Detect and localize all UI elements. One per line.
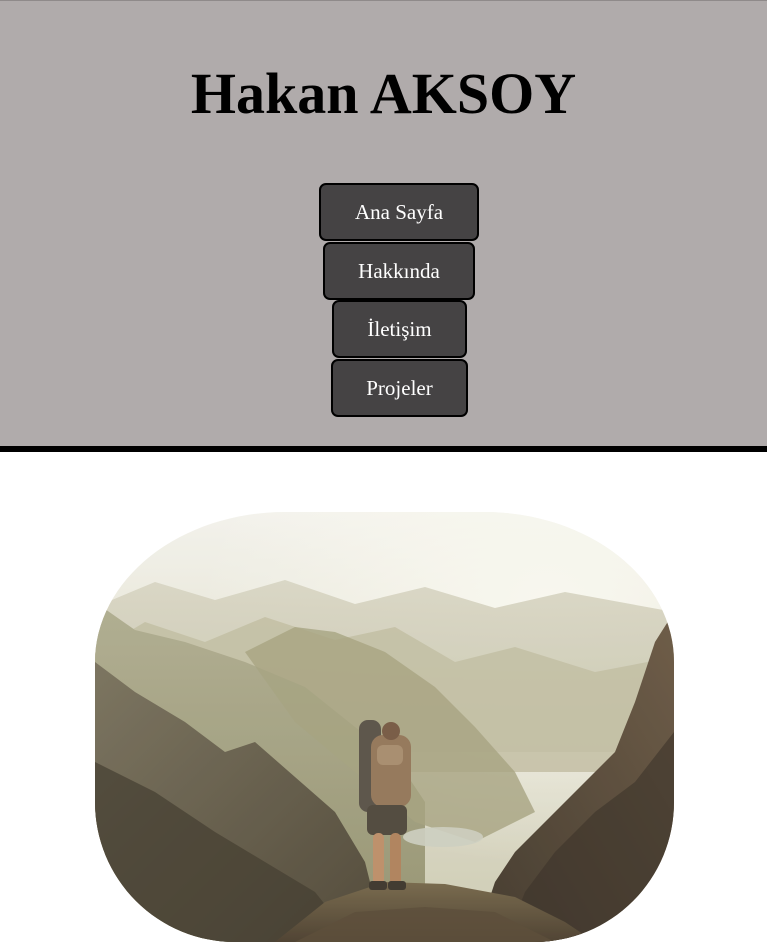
header-divider <box>0 446 767 452</box>
site-header: Hakan AKSOY Ana Sayfa Hakkında İletişim … <box>0 0 767 446</box>
nav-button-projects[interactable]: Projeler <box>331 359 468 417</box>
nav-button-about[interactable]: Hakkında <box>323 242 475 300</box>
nav-button-home[interactable]: Ana Sayfa <box>319 183 479 241</box>
site-title: Hakan AKSOY <box>190 61 577 126</box>
hero-image <box>95 512 674 942</box>
nav-button-contact[interactable]: İletişim <box>332 300 467 358</box>
